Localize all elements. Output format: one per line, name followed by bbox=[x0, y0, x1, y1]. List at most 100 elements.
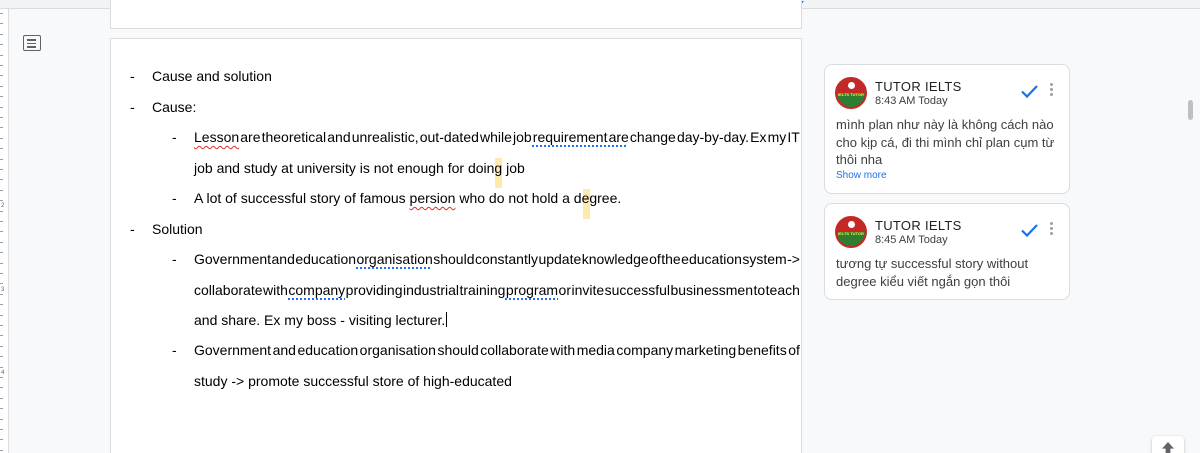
resolve-check-icon[interactable] bbox=[1018, 219, 1040, 241]
text-run: A lot of successful story of famous bbox=[194, 190, 410, 206]
word: company bbox=[616, 342, 674, 358]
doc-line-solution-2-cont[interactable]: study -> promote successful store of hig… bbox=[194, 373, 512, 389]
bullet-dash: - bbox=[130, 99, 135, 115]
ruler-tick bbox=[0, 169, 3, 170]
doc-line-solution[interactable]: Solution bbox=[152, 221, 203, 237]
word: theoretical bbox=[261, 129, 327, 145]
word: Government bbox=[194, 251, 272, 267]
word: the bbox=[661, 251, 681, 267]
ruler-tick bbox=[0, 242, 3, 243]
ruler-tick bbox=[0, 408, 3, 409]
ruler-tick bbox=[0, 117, 3, 118]
word: Ex bbox=[750, 129, 767, 145]
grammar-suggestion-word[interactable]: are bbox=[609, 129, 629, 145]
word: system bbox=[742, 251, 787, 267]
ruler-tick bbox=[0, 138, 3, 139]
ruler-tick bbox=[0, 335, 3, 336]
ruler-tick bbox=[0, 304, 3, 305]
ruler-tick bbox=[0, 23, 3, 24]
doc-line-solution-1[interactable]: Government and education organisation should… bbox=[194, 251, 800, 267]
text-run: who do not hold a degree. bbox=[455, 190, 622, 206]
ruler-tick bbox=[0, 65, 3, 66]
grammar-suggestion-word[interactable]: requirement bbox=[533, 129, 608, 145]
word: update bbox=[538, 251, 582, 267]
comment-card[interactable]: IELTS TUTOR TUTOR IELTS 8:43 AM Today mì… bbox=[824, 64, 1070, 194]
spelling-error-word[interactable]: Lesson bbox=[194, 129, 239, 145]
word: constantly bbox=[474, 251, 538, 267]
spelling-error-word[interactable]: persion bbox=[410, 190, 456, 206]
comment-card[interactable]: IELTS TUTOR TUTOR IELTS 8:45 AM Today tư… bbox=[824, 203, 1070, 300]
ruler-tick bbox=[0, 107, 3, 108]
ruler-tick bbox=[0, 13, 3, 14]
word: are bbox=[240, 129, 261, 145]
doc-line-solution-2[interactable]: Government and education organisation should… bbox=[194, 342, 800, 358]
ruler-tick bbox=[0, 356, 3, 357]
word: -> bbox=[787, 251, 800, 267]
word: or bbox=[558, 282, 571, 298]
word: successful bbox=[604, 282, 670, 298]
show-more-link[interactable]: Show more bbox=[836, 170, 887, 181]
bullet-dash: - bbox=[172, 342, 177, 358]
doc-line-solution-1-cont[interactable]: collaborate with company providing industria… bbox=[194, 282, 800, 298]
doc-line-heading[interactable]: Cause and solution bbox=[152, 68, 272, 84]
word: day-by-day. bbox=[676, 129, 750, 145]
avatar: IELTS TUTOR bbox=[835, 77, 867, 109]
ruler-tick bbox=[0, 315, 3, 316]
word: of bbox=[649, 251, 661, 267]
word: collaborate bbox=[194, 282, 263, 298]
more-options-icon[interactable] bbox=[1047, 81, 1055, 101]
ruler-tick bbox=[0, 283, 3, 284]
ruler-number: 2 bbox=[1, 203, 5, 209]
word: education bbox=[295, 251, 357, 267]
word: change bbox=[629, 129, 676, 145]
word: with bbox=[262, 282, 288, 298]
explore-button[interactable] bbox=[1152, 436, 1184, 453]
grammar-suggestion-word[interactable]: program bbox=[506, 282, 558, 298]
doc-line-cause-2[interactable]: A lot of successful story of famous pers… bbox=[194, 190, 621, 206]
doc-line-cause-1[interactable]: Lesson are theoretical and unrealistic, out-d… bbox=[194, 129, 800, 145]
avatar: IELTS TUTOR bbox=[835, 216, 867, 248]
word: IT bbox=[787, 129, 800, 145]
comment-body: tương tự successful story without degree… bbox=[836, 256, 1029, 289]
ruler-tick bbox=[0, 148, 3, 149]
doc-line-cause[interactable]: Cause: bbox=[152, 99, 196, 115]
ruler-tick bbox=[0, 86, 3, 87]
ruler-tick bbox=[0, 263, 3, 264]
word: should bbox=[433, 251, 475, 267]
comment-body: mình plan như này là không cách nào cho … bbox=[836, 117, 1055, 167]
ruler-tick bbox=[0, 367, 3, 368]
word: job bbox=[513, 129, 532, 145]
bullet-dash: - bbox=[130, 221, 135, 237]
ruler-tick bbox=[0, 179, 3, 180]
text-cursor bbox=[446, 312, 448, 327]
word: collaborate bbox=[480, 342, 549, 358]
word: marketing bbox=[674, 342, 737, 358]
word: organisation bbox=[359, 342, 436, 358]
doc-line-solution-1-end[interactable]: and share. Ex my boss - visiting lecture… bbox=[194, 312, 448, 328]
document-page[interactable] bbox=[110, 38, 802, 453]
word: of bbox=[788, 342, 800, 358]
ruler-tick bbox=[0, 387, 3, 388]
ruler-tick bbox=[0, 96, 3, 97]
word: education bbox=[297, 342, 359, 358]
bullet-dash: - bbox=[172, 251, 177, 267]
grammar-suggestion-word[interactable]: organisation bbox=[356, 251, 432, 267]
word: out-dated bbox=[419, 129, 479, 145]
grammar-suggestion-word[interactable]: company bbox=[288, 282, 345, 298]
more-options-icon[interactable] bbox=[1047, 220, 1055, 240]
ruler-tick bbox=[0, 273, 3, 274]
document-outline-icon[interactable] bbox=[23, 35, 41, 51]
resolve-check-icon[interactable] bbox=[1018, 80, 1040, 102]
ruler-number: 4 bbox=[1, 370, 5, 376]
ruler-tick bbox=[0, 55, 3, 56]
word: invite bbox=[571, 282, 605, 298]
word: training bbox=[459, 282, 506, 298]
scrollbar-thumb[interactable] bbox=[1188, 100, 1193, 120]
comment-time: 8:45 AM Today bbox=[875, 234, 948, 246]
vertical-ruler[interactable]: 2 3 4 bbox=[0, 9, 9, 453]
ruler-tick bbox=[0, 429, 3, 430]
ruler-tick bbox=[0, 346, 3, 347]
ruler-tick bbox=[0, 190, 3, 191]
doc-line-cause-1-cont[interactable]: job and study at university is not enoug… bbox=[194, 160, 525, 176]
ruler-tick bbox=[0, 294, 3, 295]
